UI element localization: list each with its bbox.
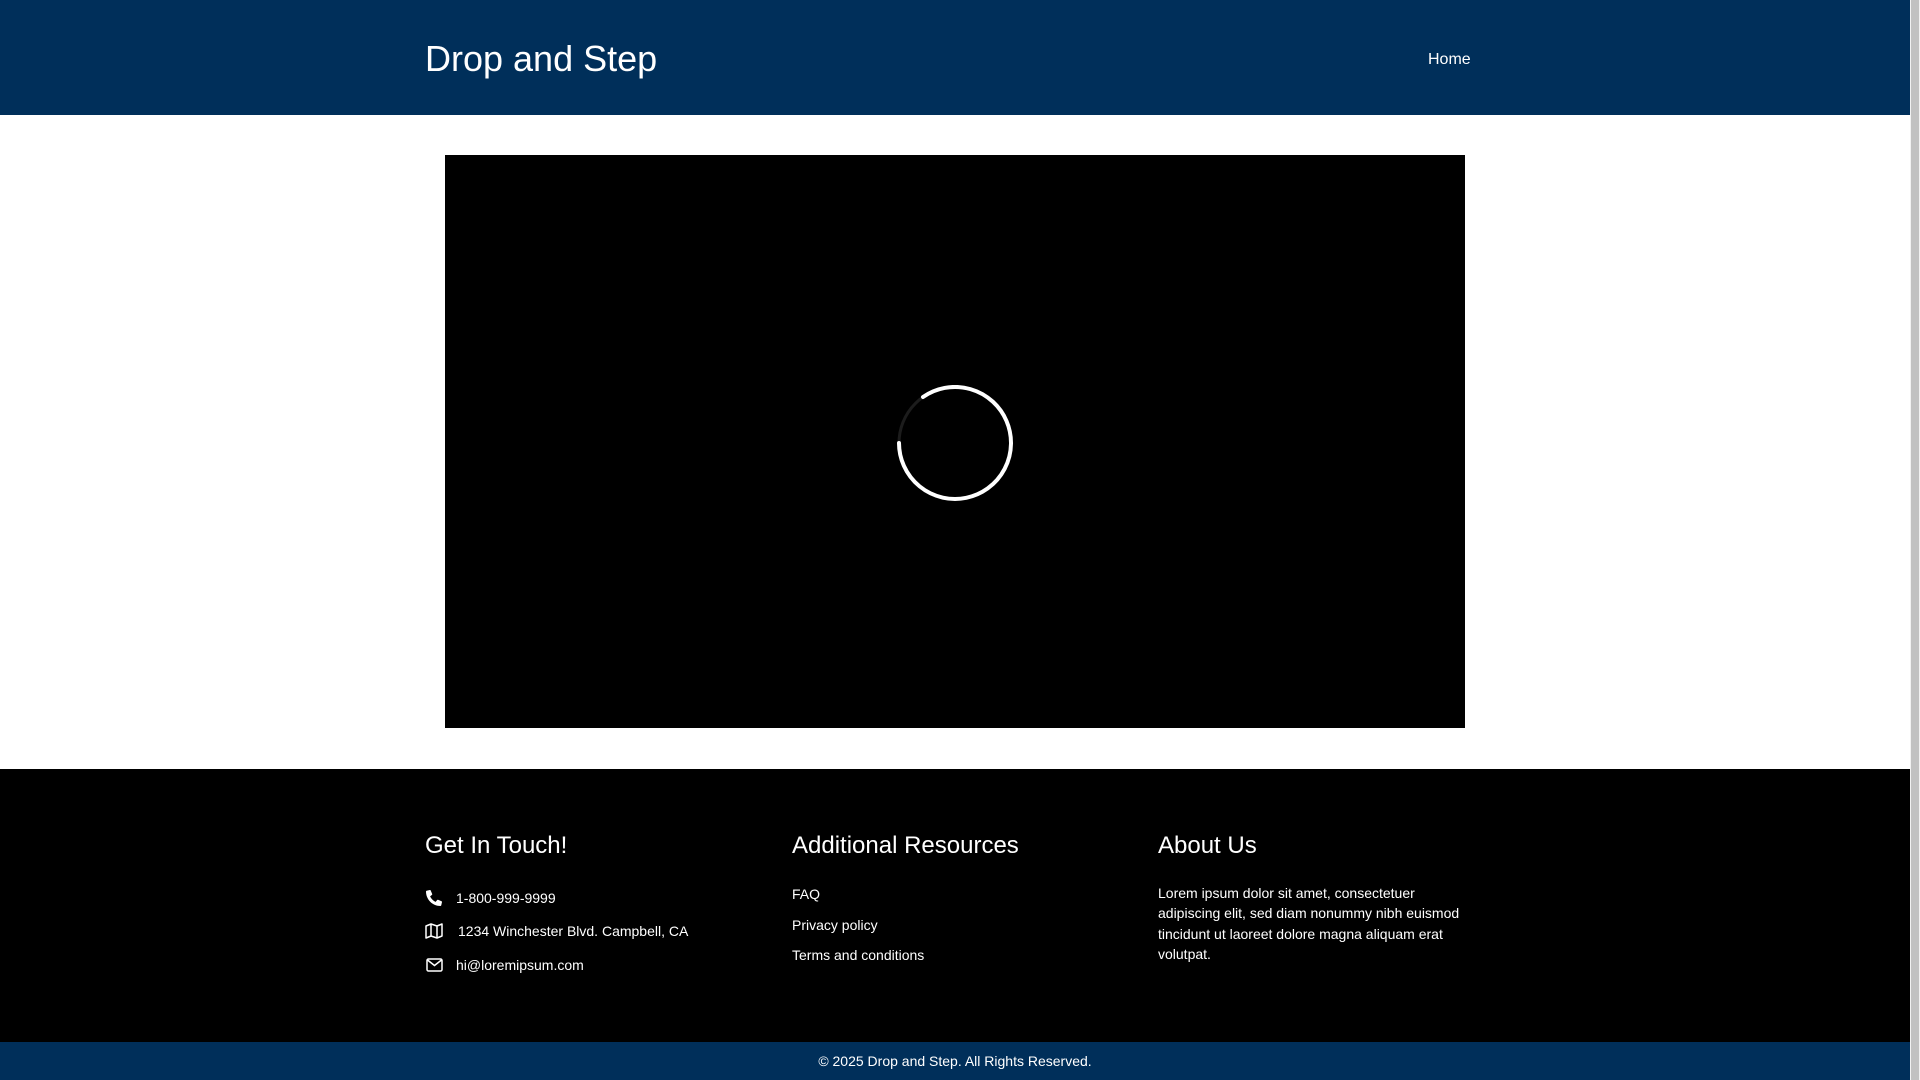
contact-phone[interactable]: 1-800-999-9999	[425, 887, 556, 909]
site-header: Drop and Step Home	[0, 0, 1910, 115]
site-title[interactable]: Drop and Step	[425, 38, 657, 80]
about-heading: About Us	[1158, 832, 1257, 859]
contact-email[interactable]: hi@loremipsum.com	[425, 954, 584, 976]
loading-spinner-icon	[897, 385, 1013, 501]
video-player[interactable]	[445, 155, 1465, 728]
nav-link-home[interactable]: Home	[1428, 50, 1471, 70]
copyright-bar: © 2025 Drop and Step. All Rights Reserve…	[0, 1042, 1910, 1080]
copyright-text: © 2025 Drop and Step. All Rights Reserve…	[818, 1053, 1092, 1069]
about-section: About Us Lorem ipsum dolor sit amet, con…	[1158, 831, 1478, 962]
link-faq[interactable]: FAQ	[792, 885, 820, 903]
page: Drop and Step Home Get In Touch! 1-800-9…	[0, 0, 1910, 1080]
resources-heading: Additional Resources	[792, 832, 1019, 859]
contact-phone-text: 1-800-999-9999	[456, 890, 556, 906]
contact-address[interactable]: 1234 Winchester Blvd. Campbell, CA	[425, 920, 688, 942]
scrollbar-thumb[interactable]	[1911, 0, 1919, 1080]
phone-icon	[425, 889, 443, 907]
contact-email-text: hi@loremipsum.com	[456, 957, 584, 973]
contact-heading: Get In Touch!	[425, 832, 568, 859]
contact-section: Get In Touch! 1-800-999-9999 1234 Winche…	[425, 831, 765, 973]
contact-address-text: 1234 Winchester Blvd. Campbell, CA	[458, 923, 689, 939]
site-footer: Get In Touch! 1-800-999-9999 1234 Winche…	[0, 769, 1910, 1042]
link-terms-and-conditions[interactable]: Terms and conditions	[792, 946, 924, 964]
resources-section: Additional Resources FAQ Privacy policy …	[792, 831, 1132, 963]
map-icon	[425, 922, 443, 940]
envelope-icon	[425, 956, 443, 974]
about-text: Lorem ipsum dolor sit amet, consectetuer…	[1158, 885, 1460, 962]
link-privacy-policy[interactable]: Privacy policy	[792, 916, 878, 934]
